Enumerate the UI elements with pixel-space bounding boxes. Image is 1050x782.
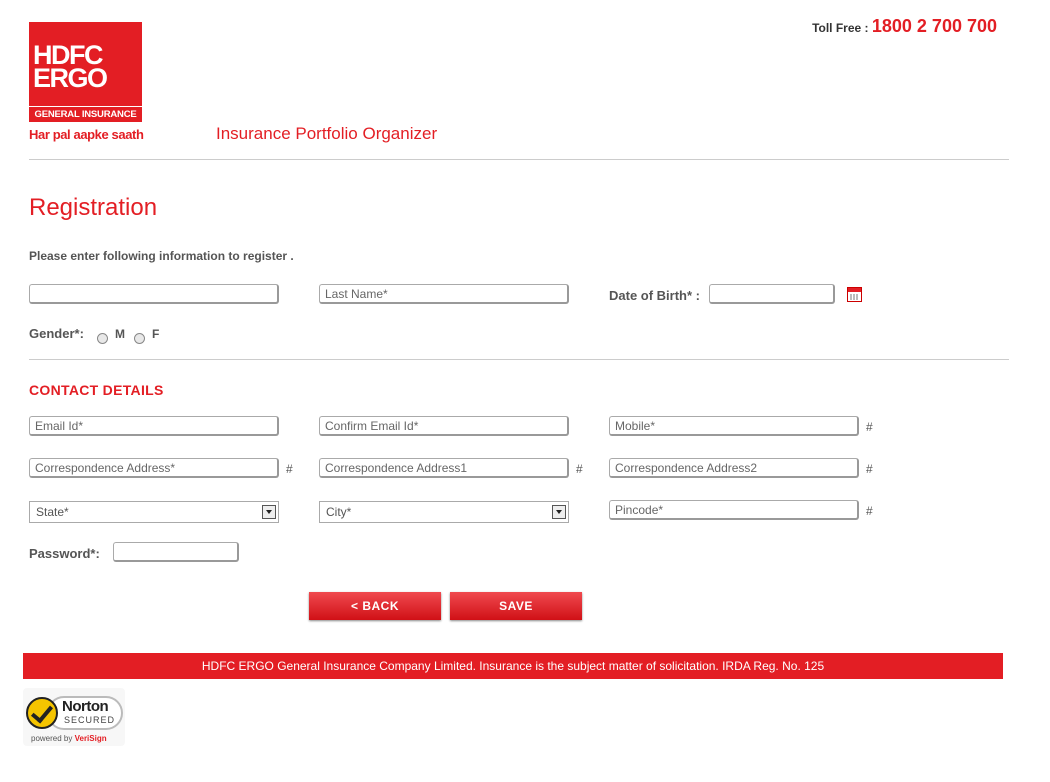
address1-hash: # xyxy=(576,462,583,476)
mobile-input[interactable]: Mobile* xyxy=(609,416,859,436)
chevron-down-icon[interactable] xyxy=(262,505,276,519)
norton-powered-label: powered by xyxy=(31,734,73,743)
first-name-input[interactable] xyxy=(29,284,279,304)
gender-m-radio[interactable] xyxy=(97,333,108,344)
tagline: Har pal aapke saath xyxy=(29,127,144,142)
address1-input[interactable]: Correspondence Address1 xyxy=(319,458,569,478)
intro-text: Please enter following information to re… xyxy=(29,249,294,263)
toll-free: Toll Free : 1800 2 700 700 xyxy=(812,16,997,37)
address-hash: # xyxy=(286,462,293,476)
norton-secured: SECURED xyxy=(64,715,116,725)
portal-title: Insurance Portfolio Organizer xyxy=(216,124,438,143)
mobile-hash: # xyxy=(866,420,873,434)
last-name-input[interactable]: Last Name* xyxy=(319,284,569,304)
address2-input[interactable]: Correspondence Address2 xyxy=(609,458,859,478)
gender-f-radio[interactable] xyxy=(134,333,145,344)
footer-bar: HDFC ERGO General Insurance Company Limi… xyxy=(23,653,1003,679)
address2-hash: # xyxy=(866,462,873,476)
password-input[interactable] xyxy=(113,542,239,562)
hdfc-ergo-logo[interactable]: HDFC ERGO GENERAL INSURANCE xyxy=(29,22,142,122)
save-button[interactable]: SAVE xyxy=(450,592,582,620)
email-input[interactable]: Email Id* xyxy=(29,416,279,436)
city-select[interactable]: City* xyxy=(319,501,569,523)
gender-f-label: F xyxy=(152,327,160,341)
header-divider xyxy=(29,159,1009,160)
state-select[interactable]: State* xyxy=(29,501,279,523)
address-input[interactable]: Correspondence Address* xyxy=(29,458,279,478)
logo-line2: ERGO xyxy=(33,63,108,93)
logo-line3: GENERAL INSURANCE xyxy=(29,106,142,120)
section-divider xyxy=(29,359,1009,360)
norton-powered-brand: VeriSign xyxy=(74,734,107,743)
toll-free-label: Toll Free : xyxy=(812,21,869,35)
toll-free-number: 1800 2 700 700 xyxy=(871,16,997,36)
state-select-value: State* xyxy=(36,505,69,519)
pincode-input[interactable]: Pincode* xyxy=(609,500,859,520)
dob-label: Date of Birth* : xyxy=(609,288,700,303)
dob-input[interactable] xyxy=(709,284,835,304)
gender-label: Gender*: xyxy=(29,326,84,341)
norton-powered: powered by VeriSign xyxy=(31,734,107,743)
chevron-down-icon[interactable] xyxy=(552,505,566,519)
checkmark-icon xyxy=(26,697,58,729)
contact-details-heading: CONTACT DETAILS xyxy=(29,382,164,398)
norton-secured-seal[interactable]: Norton SECURED powered by VeriSign xyxy=(23,688,125,746)
page-title: Registration xyxy=(29,194,158,221)
back-button[interactable]: < BACK xyxy=(309,592,441,620)
calendar-icon[interactable] xyxy=(847,287,862,302)
confirm-email-input[interactable]: Confirm Email Id* xyxy=(319,416,569,436)
pincode-hash: # xyxy=(866,504,873,518)
norton-brand: Norton xyxy=(62,698,109,715)
password-label: Password*: xyxy=(29,546,100,561)
city-select-value: City* xyxy=(326,505,352,519)
gender-m-label: M xyxy=(115,327,125,341)
